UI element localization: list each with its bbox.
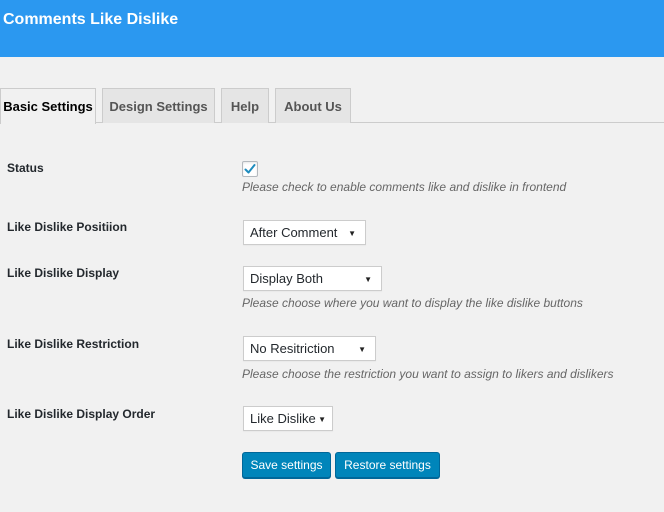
display-description: Please choose where you want to display … <box>242 296 583 310</box>
display-select[interactable]: Display Both ▼ <box>243 266 382 291</box>
order-label: Like Dislike Display Order <box>7 407 156 421</box>
tab-basic-settings[interactable]: Basic Settings <box>0 88 96 124</box>
chevron-down-icon: ▼ <box>318 415 326 424</box>
restriction-label: Like Dislike Restriction <box>7 337 140 351</box>
tab-help[interactable]: Help <box>221 88 269 123</box>
display-label: Like Dislike Display <box>7 266 120 280</box>
status-label: Status <box>7 161 44 175</box>
position-select[interactable]: After Comment ▼ <box>243 220 366 245</box>
chevron-down-icon: ▼ <box>364 275 372 284</box>
restriction-description: Please choose the restriction you want t… <box>242 367 614 381</box>
page-title: Comments Like Dislike <box>3 11 179 28</box>
chevron-down-icon: ▼ <box>348 229 356 238</box>
position-label: Like Dislike Positiion <box>7 220 128 234</box>
order-select-value: Like Dislike <box>250 411 316 426</box>
restriction-select[interactable]: No Resitriction ▼ <box>243 336 376 361</box>
tab-about-us[interactable]: About Us <box>275 88 351 123</box>
restore-settings-button[interactable]: Restore settings <box>335 452 440 478</box>
save-settings-button[interactable]: Save settings <box>242 452 331 478</box>
restriction-select-value: No Resitriction <box>250 341 335 356</box>
tab-bar: Basic Settings Design Settings Help Abou… <box>0 88 664 124</box>
chevron-down-icon: ▼ <box>358 345 366 354</box>
status-checkbox[interactable] <box>242 161 258 177</box>
status-description: Please check to enable comments like and… <box>242 180 567 194</box>
order-select[interactable]: Like Dislike ▼ <box>243 406 333 431</box>
display-select-value: Display Both <box>250 271 323 286</box>
plugin-header: Comments Like Dislike <box>0 0 664 57</box>
checkmark-icon <box>244 164 256 174</box>
position-select-value: After Comment <box>250 225 338 240</box>
tab-design-settings[interactable]: Design Settings <box>102 88 215 123</box>
